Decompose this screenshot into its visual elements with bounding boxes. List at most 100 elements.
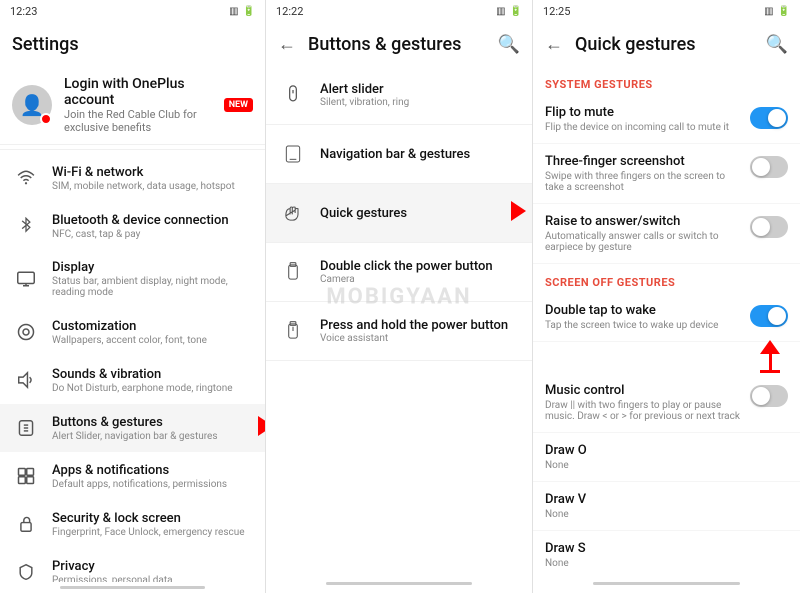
display-icon xyxy=(12,265,40,293)
system-gestures-header: SYSTEM GESTURES xyxy=(533,66,800,95)
display-title: Display xyxy=(52,260,253,275)
search-icon-right[interactable]: 🔍 xyxy=(766,34,788,55)
sidebar-item-sounds[interactable]: Sounds & vibration Do Not Disturb, earph… xyxy=(0,356,265,404)
mid-item-double-click[interactable]: Double click the power button Camera xyxy=(266,243,532,302)
scroll-indicator-right xyxy=(593,582,740,585)
double-tap-toggle[interactable] xyxy=(750,305,788,327)
sidebar-item-bluetooth[interactable]: Bluetooth & device connection NFC, cast,… xyxy=(0,202,265,250)
notification-dot xyxy=(40,113,52,125)
three-finger-text: Three-finger screenshot Swipe with three… xyxy=(545,154,745,193)
three-finger-subtitle: Swipe with three fingers on the screen t… xyxy=(545,171,745,193)
time-mid: 12:22 xyxy=(276,5,303,18)
toggle-knob xyxy=(752,158,770,176)
toggle-knob xyxy=(768,307,786,325)
draw-v-subtitle: None xyxy=(545,509,586,520)
status-icons-left: ▥ 🔋 xyxy=(229,6,255,17)
sidebar-item-buttons[interactable]: Buttons & gestures Alert Slider, navigat… xyxy=(0,404,265,452)
three-finger-title: Three-finger screenshot xyxy=(545,154,745,169)
left-header: Settings xyxy=(0,22,265,66)
gesture-music-control[interactable]: Music control Draw || with two fingers t… xyxy=(533,373,800,433)
scroll-indicator-left xyxy=(60,586,205,589)
screen-off-gestures-header: SCREEN OFF GESTURES xyxy=(533,264,800,293)
bluetooth-subtitle: NFC, cast, tap & pay xyxy=(52,229,253,240)
raise-text: Raise to answer/switch Automatically ans… xyxy=(545,214,745,253)
music-subtitle: Draw || with two fingers to play or paus… xyxy=(545,400,745,422)
three-finger-toggle[interactable] xyxy=(750,156,788,178)
privacy-title: Privacy xyxy=(52,559,253,574)
mid-header: ← Buttons & gestures 🔍 xyxy=(266,22,532,66)
mid-item-navigation[interactable]: Navigation bar & gestures xyxy=(266,125,532,184)
gesture-draw-o[interactable]: Draw O None xyxy=(533,433,800,482)
double-tap-title: Double tap to wake xyxy=(545,303,718,318)
apps-subtitle: Default apps, notifications, permissions xyxy=(52,479,253,490)
press-hold-icon xyxy=(278,316,308,346)
sidebar-item-apps[interactable]: Apps & notifications Default apps, notif… xyxy=(0,452,265,500)
raise-toggle[interactable] xyxy=(750,216,788,238)
right-content: SYSTEM GESTURES Flip to mute Flip the de… xyxy=(533,66,800,578)
mid-header-title: Buttons & gestures xyxy=(308,34,490,55)
sidebar-item-privacy[interactable]: Privacy Permissions, personal data xyxy=(0,548,265,582)
time-right: 12:25 xyxy=(543,5,570,18)
double-tap-subtitle: Tap the screen twice to wake up device xyxy=(545,320,718,331)
flip-to-mute-text: Flip to mute Flip the device on incoming… xyxy=(545,105,729,133)
security-icon xyxy=(12,510,40,538)
back-button-right[interactable]: ← xyxy=(545,34,563,55)
bluetooth-text: Bluetooth & device connection NFC, cast,… xyxy=(52,213,253,240)
draw-v-text: Draw V None xyxy=(545,492,586,520)
press-hold-title: Press and hold the power button xyxy=(320,318,508,333)
customization-subtitle: Wallpapers, accent color, font, tone xyxy=(52,335,253,346)
back-button-mid[interactable]: ← xyxy=(278,34,296,55)
sidebar-item-customization[interactable]: Customization Wallpapers, accent color, … xyxy=(0,308,265,356)
alert-slider-title: Alert slider xyxy=(320,82,409,97)
right-panel-arrow-container xyxy=(533,340,800,373)
account-section[interactable]: 👤 Login with OnePlus account Join the Re… xyxy=(0,66,265,145)
gesture-draw-v[interactable]: Draw V None xyxy=(533,482,800,531)
toggle-knob xyxy=(752,387,770,405)
press-hold-text: Press and hold the power button Voice as… xyxy=(320,318,508,344)
draw-v-title: Draw V xyxy=(545,492,586,507)
wifi-title: Wi-Fi & network xyxy=(52,165,253,180)
left-panel: 12:23 ▥ 🔋 Settings 👤 Login with OnePlus … xyxy=(0,0,266,593)
quick-gestures-text: Quick gestures xyxy=(320,206,407,221)
customization-title: Customization xyxy=(52,319,253,334)
music-text: Music control Draw || with two fingers t… xyxy=(545,383,745,422)
privacy-text: Privacy Permissions, personal data xyxy=(52,559,253,583)
draw-s-title: Draw S xyxy=(545,541,586,556)
sidebar-item-wifi[interactable]: Wi-Fi & network SIM, mobile network, dat… xyxy=(0,154,265,202)
divider-1 xyxy=(0,149,265,150)
draw-s-subtitle: None xyxy=(545,558,586,569)
privacy-icon xyxy=(12,558,40,582)
press-hold-subtitle: Voice assistant xyxy=(320,333,508,344)
flip-to-mute-toggle[interactable] xyxy=(750,107,788,129)
security-text: Security & lock screen Fingerprint, Face… xyxy=(52,511,253,538)
sidebar-item-display[interactable]: Display Status bar, ambient display, nig… xyxy=(0,250,265,308)
gesture-flip-to-mute[interactable]: Flip to mute Flip the device on incoming… xyxy=(533,95,800,144)
flip-to-mute-title: Flip to mute xyxy=(545,105,729,120)
gesture-double-tap[interactable]: Double tap to wake Tap the screen twice … xyxy=(533,293,800,342)
up-arrow-head xyxy=(760,340,780,354)
quick-gestures-icon xyxy=(278,198,308,228)
mid-item-alert-slider[interactable]: Alert slider Silent, vibration, ring xyxy=(266,66,532,125)
sidebar-item-security[interactable]: Security & lock screen Fingerprint, Face… xyxy=(0,500,265,548)
security-subtitle: Fingerprint, Face Unlock, emergency resc… xyxy=(52,527,253,538)
alert-slider-icon xyxy=(278,80,308,110)
search-icon-mid[interactable]: 🔍 xyxy=(498,34,520,55)
mid-item-press-hold[interactable]: Press and hold the power button Voice as… xyxy=(266,302,532,361)
customization-icon xyxy=(12,318,40,346)
mid-panel: 12:22 ▥ 🔋 ← Buttons & gestures 🔍 Alert s… xyxy=(266,0,533,593)
time-left: 12:23 xyxy=(10,5,37,18)
toggle-knob xyxy=(768,109,786,127)
toggle-knob xyxy=(752,218,770,236)
new-badge: NEW xyxy=(224,98,253,112)
music-toggle[interactable] xyxy=(750,385,788,407)
status-bar-mid: 12:22 ▥ 🔋 xyxy=(266,0,532,22)
flip-to-mute-subtitle: Flip the device on incoming call to mute… xyxy=(545,122,729,133)
gesture-raise-to-answer[interactable]: Raise to answer/switch Automatically ans… xyxy=(533,204,800,264)
gesture-three-finger[interactable]: Three-finger screenshot Swipe with three… xyxy=(533,144,800,204)
gesture-draw-s[interactable]: Draw S None xyxy=(533,531,800,578)
double-click-title: Double click the power button xyxy=(320,259,493,274)
mid-item-quick-gestures[interactable]: Quick gestures xyxy=(266,184,532,243)
draw-s-text: Draw S None xyxy=(545,541,586,569)
display-subtitle: Status bar, ambient display, night mode,… xyxy=(52,276,253,298)
left-header-title: Settings xyxy=(12,34,253,55)
